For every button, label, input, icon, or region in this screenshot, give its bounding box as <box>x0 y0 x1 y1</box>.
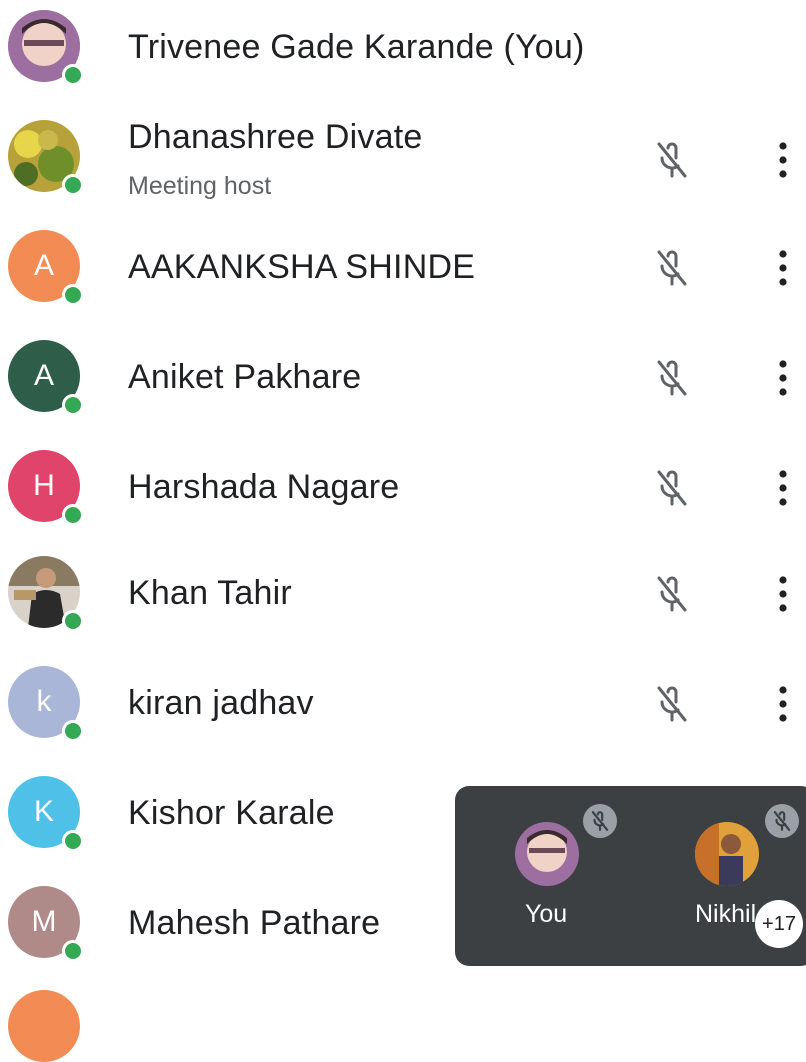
avatar <box>8 990 80 1062</box>
participant-name: Dhanashree Divate <box>128 118 423 156</box>
online-status-dot <box>62 504 84 526</box>
participant-name: Harshada Nagare <box>128 468 400 506</box>
more-options-button[interactable] <box>768 244 798 292</box>
mic-off-icon <box>650 682 694 726</box>
participant-row[interactable]: A Aniket Pakhare <box>0 330 806 430</box>
self-video-avatar <box>515 822 579 886</box>
participant-name: Khan Tahir <box>128 574 292 612</box>
participant-role: Meeting host <box>128 172 272 200</box>
mic-off-icon <box>650 246 694 290</box>
mic-off-icon <box>650 356 694 400</box>
mic-off-icon <box>583 804 617 838</box>
participant-row[interactable]: A AAKANKSHA SHINDE <box>0 220 806 320</box>
participant-row[interactable]: Trivenee Gade Karande (You) <box>0 0 806 100</box>
avatar-initial: H <box>33 469 55 502</box>
online-status-dot <box>62 610 84 632</box>
online-status-dot <box>62 64 84 86</box>
participant-video-avatar <box>695 822 759 886</box>
online-status-dot <box>62 720 84 742</box>
participant-row[interactable]: Khan Tahir <box>0 550 806 650</box>
participant-name: Aniket Pakhare <box>128 358 362 396</box>
mini-call-view[interactable]: You Nikhil +17 <box>455 786 806 966</box>
more-options-button[interactable] <box>768 680 798 728</box>
online-status-dot <box>62 830 84 852</box>
mic-off-icon <box>650 466 694 510</box>
participant-row[interactable]: Dhanashree Divate Meeting host <box>0 110 806 210</box>
participant-name: Mahesh Pathare <box>128 904 381 942</box>
online-status-dot <box>62 940 84 962</box>
mic-off-icon <box>765 804 799 838</box>
participant-name: Trivenee Gade Karande (You) <box>128 28 585 66</box>
avatar-initial: k <box>36 685 52 718</box>
participant-row[interactable]: H Harshada Nagare <box>0 440 806 540</box>
more-options-button[interactable] <box>768 570 798 618</box>
participant-row[interactable]: k kiran jadhav <box>0 660 806 760</box>
tile-label-participant: Nikhil <box>695 900 757 928</box>
more-participants-badge[interactable]: +17 <box>755 900 803 948</box>
participant-name: kiran jadhav <box>128 684 314 722</box>
avatar-initial: A <box>33 359 54 392</box>
mic-off-icon <box>650 572 694 616</box>
participant-name: Kishor Karale <box>128 794 335 832</box>
online-status-dot <box>62 394 84 416</box>
avatar-initial: A <box>33 249 54 282</box>
avatar-initial: K <box>33 795 54 828</box>
online-status-dot <box>62 174 84 196</box>
online-status-dot <box>62 284 84 306</box>
more-options-button[interactable] <box>768 354 798 402</box>
mic-off-icon <box>650 138 694 182</box>
tile-label-you: You <box>525 900 568 928</box>
avatar-initial: M <box>31 905 57 938</box>
more-options-button[interactable] <box>768 136 798 184</box>
participant-name: AAKANKSHA SHINDE <box>128 248 476 286</box>
more-options-button[interactable] <box>768 464 798 512</box>
